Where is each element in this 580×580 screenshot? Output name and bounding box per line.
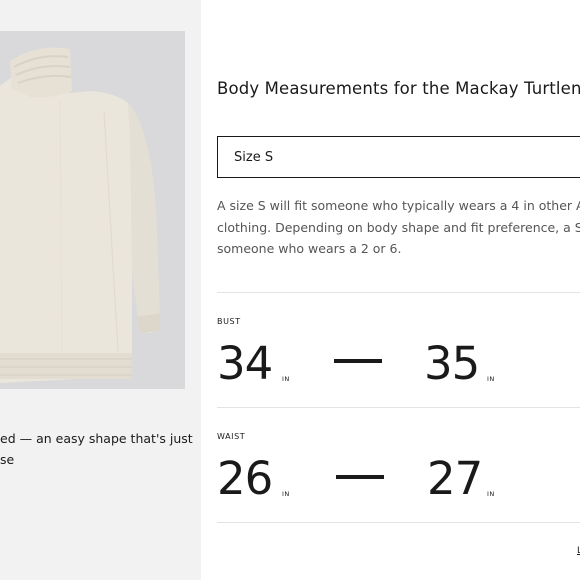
waist-min-value: 26 — [217, 452, 273, 505]
size-guide-panel: Body Measurements for the Mackay Turtlen… — [201, 0, 580, 580]
bust-min-unit: IN — [282, 375, 290, 383]
divider — [217, 292, 580, 293]
bust-max-value: 35 — [424, 337, 480, 390]
size-selector[interactable]: Size S — [217, 136, 580, 178]
fit-note-line: A size S will fit someone who typically … — [217, 198, 580, 213]
product-description-line: se — [0, 452, 15, 467]
bust-range-dash — [334, 359, 382, 363]
waist-max-value: 27 — [427, 452, 483, 505]
waist-max-unit: IN — [487, 490, 495, 498]
size-selector-value: Size S — [234, 150, 274, 165]
bust-label: BUST — [217, 317, 241, 326]
waist-range-dash — [336, 475, 384, 479]
size-guide-title: Body Measurements for the Mackay Turtlen… — [217, 79, 580, 98]
bust-min-value: 34 — [217, 337, 273, 390]
product-description-line: ed — an easy shape that's just — [0, 431, 193, 446]
fit-note: A size S will fit someone who typically … — [217, 195, 580, 260]
divider — [217, 407, 580, 408]
sweater-illustration — [0, 31, 185, 389]
fit-note-line: someone who wears a 2 or 6. — [217, 241, 402, 256]
waist-min-unit: IN — [282, 490, 290, 498]
divider — [217, 522, 580, 523]
waist-label: WAIST — [217, 432, 246, 441]
fit-note-line: clothing. Depending on body shape and fi… — [217, 219, 580, 235]
bust-max-unit: IN — [487, 375, 495, 383]
product-description: ed — an easy shape that's just se — [0, 428, 196, 470]
product-image — [0, 31, 185, 389]
size-guide-page: ed — an easy shape that's just se Body M… — [0, 0, 580, 580]
product-panel: ed — an easy shape that's just se — [0, 0, 201, 580]
